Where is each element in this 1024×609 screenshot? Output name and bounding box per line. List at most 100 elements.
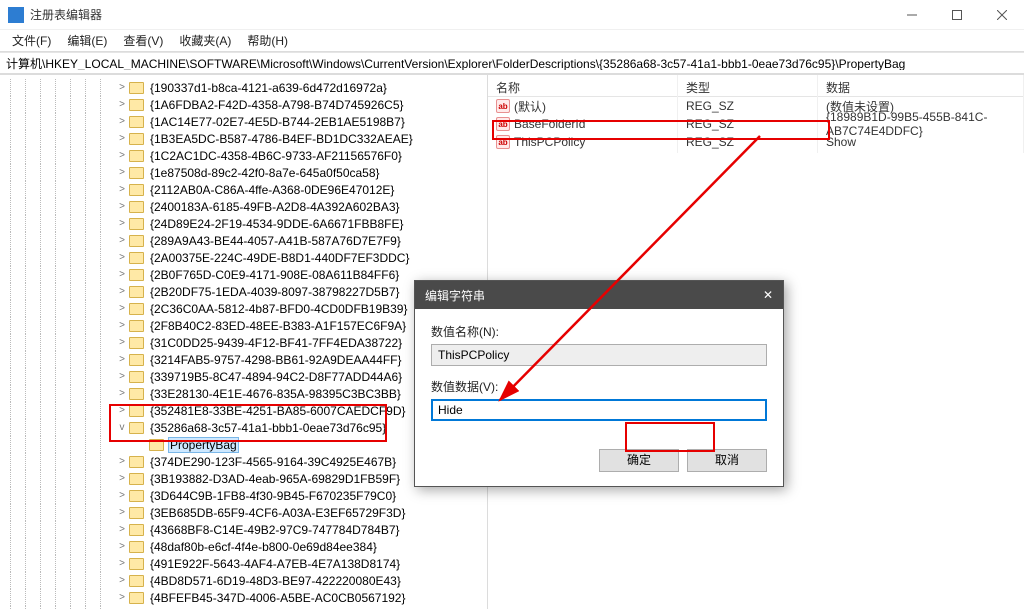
expander-icon[interactable]: > (115, 303, 129, 314)
folder-icon (129, 218, 144, 230)
tree-item[interactable]: >{491E922F-5643-4AF4-A7EB-4E7A138D8174} (0, 555, 487, 572)
folder-icon (129, 286, 144, 298)
expander-icon[interactable]: > (115, 371, 129, 382)
tree-item[interactable]: >{48daf80b-e6cf-4f4e-b800-0e69d84ee384} (0, 538, 487, 555)
tree-label: {35286a68-3c57-41a1-bbb1-0eae73d76c95} (148, 421, 388, 435)
folder-icon (129, 473, 144, 485)
tree-item[interactable]: > {1A6FDBA2-F42D-4358-A798-B74D745926C5} (0, 96, 487, 113)
tree-item[interactable]: >{2A00375E-224C-49DE-B8D1-440DF7EF3DDC} (0, 249, 487, 266)
folder-icon (129, 371, 144, 383)
address-bar (0, 52, 1024, 74)
tree-label: {2B20DF75-1EDA-4039-8097-38798227D5B7} (148, 285, 402, 299)
expander-icon[interactable]: > (115, 116, 129, 127)
window-controls (889, 0, 1024, 29)
dialog-close-icon[interactable]: ✕ (763, 288, 773, 302)
value-name: ThisPCPolicy (514, 135, 585, 149)
expander-icon[interactable]: > (115, 82, 129, 93)
tree-item[interactable]: > {43668BF8-C14E-49B2-97C9-747784D784B7} (0, 521, 487, 538)
folder-icon (129, 592, 144, 604)
tree-item[interactable]: >{4BFEFB45-347D-4006-A5BE-AC0CB0567192} (0, 589, 487, 606)
tree-item[interactable]: >{2112AB0A-C86A-4ffe-A368-0DE96E47012E} (0, 181, 487, 198)
menu-file[interactable]: 文件(F) (4, 30, 59, 51)
folder-icon (129, 184, 144, 196)
menu-favorites[interactable]: 收藏夹(A) (171, 30, 239, 51)
tree-item[interactable]: >{2400183A-6185-49FB-A2D8-4A392A602BA3} (0, 198, 487, 215)
tree-item[interactable]: > {289A9A43-BE44-4057-A41B-587A76D7E7F9} (0, 232, 487, 249)
tree-label: {289A9A43-BE44-4057-A41B-587A76D7E7F9} (148, 234, 403, 248)
expander-icon[interactable]: > (115, 99, 129, 110)
tree-label: {1C2AC1DC-4358-4B6C-9733-AF21156576F0} (148, 149, 404, 163)
tree-label: {3B193882-D3AD-4eab-965A-69829D1FB59F} (148, 472, 402, 486)
tree-label: {43668BF8-C14E-49B2-97C9-747784D784B7} (148, 523, 402, 537)
expander-icon[interactable]: > (115, 456, 129, 467)
expander-icon[interactable]: > (115, 592, 129, 603)
tree-item[interactable]: > {1C2AC1DC-4358-4B6C-9733-AF21156576F0} (0, 147, 487, 164)
value-name: (默认) (514, 98, 546, 115)
tree-item[interactable]: >{3EB685DB-65F9-4CF6-A03A-E3EF65729F3D} (0, 504, 487, 521)
menubar: 文件(F) 编辑(E) 查看(V) 收藏夹(A) 帮助(H) (0, 30, 1024, 52)
tree-item[interactable]: > {4BD8D571-6D19-48D3-BE97-422220080E43} (0, 572, 487, 589)
tree-item[interactable]: >{1e87508d-89c2-42f0-8a7e-645a0f50ca58} (0, 164, 487, 181)
folder-icon (129, 116, 144, 128)
tree-item[interactable]: > {1B3EA5DC-B587-4786-B4EF-BD1DC332AEAE} (0, 130, 487, 147)
menu-view[interactable]: 查看(V) (115, 30, 171, 51)
expander-icon[interactable]: > (115, 575, 129, 586)
expander-icon[interactable]: > (115, 490, 129, 501)
expander-icon[interactable]: > (115, 405, 129, 416)
folder-icon (129, 354, 144, 366)
expander-icon[interactable]: > (115, 388, 129, 399)
value-name-input[interactable] (431, 344, 767, 366)
menu-help[interactable]: 帮助(H) (239, 30, 296, 51)
cancel-button[interactable]: 取消 (687, 449, 767, 472)
folder-icon (129, 422, 144, 434)
close-button[interactable] (979, 0, 1024, 29)
expander-icon[interactable]: > (115, 201, 129, 212)
col-type[interactable]: 类型 (678, 75, 818, 96)
tree-label: {1B3EA5DC-B587-4786-B4EF-BD1DC332AEAE} (148, 132, 415, 146)
expander-icon[interactable]: > (115, 133, 129, 144)
tree-label: {352481E8-33BE-4251-BA85-6007CAEDCF9D} (148, 404, 408, 418)
tree-item[interactable]: >{190337d1-b8ca-4121-a639-6d472d16972a} (0, 79, 487, 96)
value-data-input[interactable] (431, 399, 767, 421)
expander-icon[interactable]: > (115, 541, 129, 552)
folder-icon (129, 252, 144, 264)
tree-item[interactable]: >{24D89E24-2F19-4534-9DDE-6A6671FBB8FE} (0, 215, 487, 232)
expander-icon[interactable]: > (115, 558, 129, 569)
expander-icon[interactable]: > (115, 235, 129, 246)
expander-icon[interactable]: > (115, 320, 129, 331)
expander-icon[interactable]: > (115, 218, 129, 229)
expander-icon[interactable]: > (115, 354, 129, 365)
value-data-label: 数值数据(V): (431, 378, 767, 395)
expander-icon[interactable]: v (115, 422, 129, 433)
folder-icon (129, 82, 144, 94)
minimize-button[interactable] (889, 0, 934, 29)
tree-item[interactable]: >{3D644C9B-1FB8-4f30-9B45-F670235F79C0} (0, 487, 487, 504)
folder-icon (129, 303, 144, 315)
tree-label: PropertyBag (168, 437, 239, 453)
maximize-button[interactable] (934, 0, 979, 29)
expander-icon[interactable]: > (115, 167, 129, 178)
value-row[interactable]: abThisPCPolicyREG_SZShow (488, 133, 1024, 151)
tree-label: {1A6FDBA2-F42D-4358-A798-B74D745926C5} (148, 98, 406, 112)
expander-icon[interactable]: > (115, 184, 129, 195)
folder-icon (129, 99, 144, 111)
tree-label: {2B0F765D-C0E9-4171-908E-08A611B84FF6} (148, 268, 401, 282)
ok-button[interactable]: 确定 (599, 449, 679, 472)
expander-icon[interactable]: > (115, 337, 129, 348)
expander-icon[interactable]: > (115, 524, 129, 535)
expander-icon[interactable]: > (115, 507, 129, 518)
menu-edit[interactable]: 编辑(E) (59, 30, 115, 51)
expander-icon[interactable]: > (115, 286, 129, 297)
tree-label: {4BD8D571-6D19-48D3-BE97-422220080E43} (148, 574, 403, 588)
dialog-titlebar[interactable]: 编辑字符串 ✕ (415, 281, 783, 309)
expander-icon[interactable]: > (115, 150, 129, 161)
titlebar: 注册表编辑器 (0, 0, 1024, 30)
expander-icon[interactable]: > (115, 473, 129, 484)
tree-item[interactable]: >{1AC14E77-02E7-4E5D-B744-2EB1AE5198B7} (0, 113, 487, 130)
tree-label: {3214FAB5-9757-4298-BB61-92A9DEAA44FF} (148, 353, 404, 367)
expander-icon[interactable]: > (115, 252, 129, 263)
value-name-label: 数值名称(N): (431, 323, 767, 340)
expander-icon[interactable]: > (115, 269, 129, 280)
string-icon: ab (496, 99, 510, 113)
path-input[interactable] (6, 56, 1018, 70)
